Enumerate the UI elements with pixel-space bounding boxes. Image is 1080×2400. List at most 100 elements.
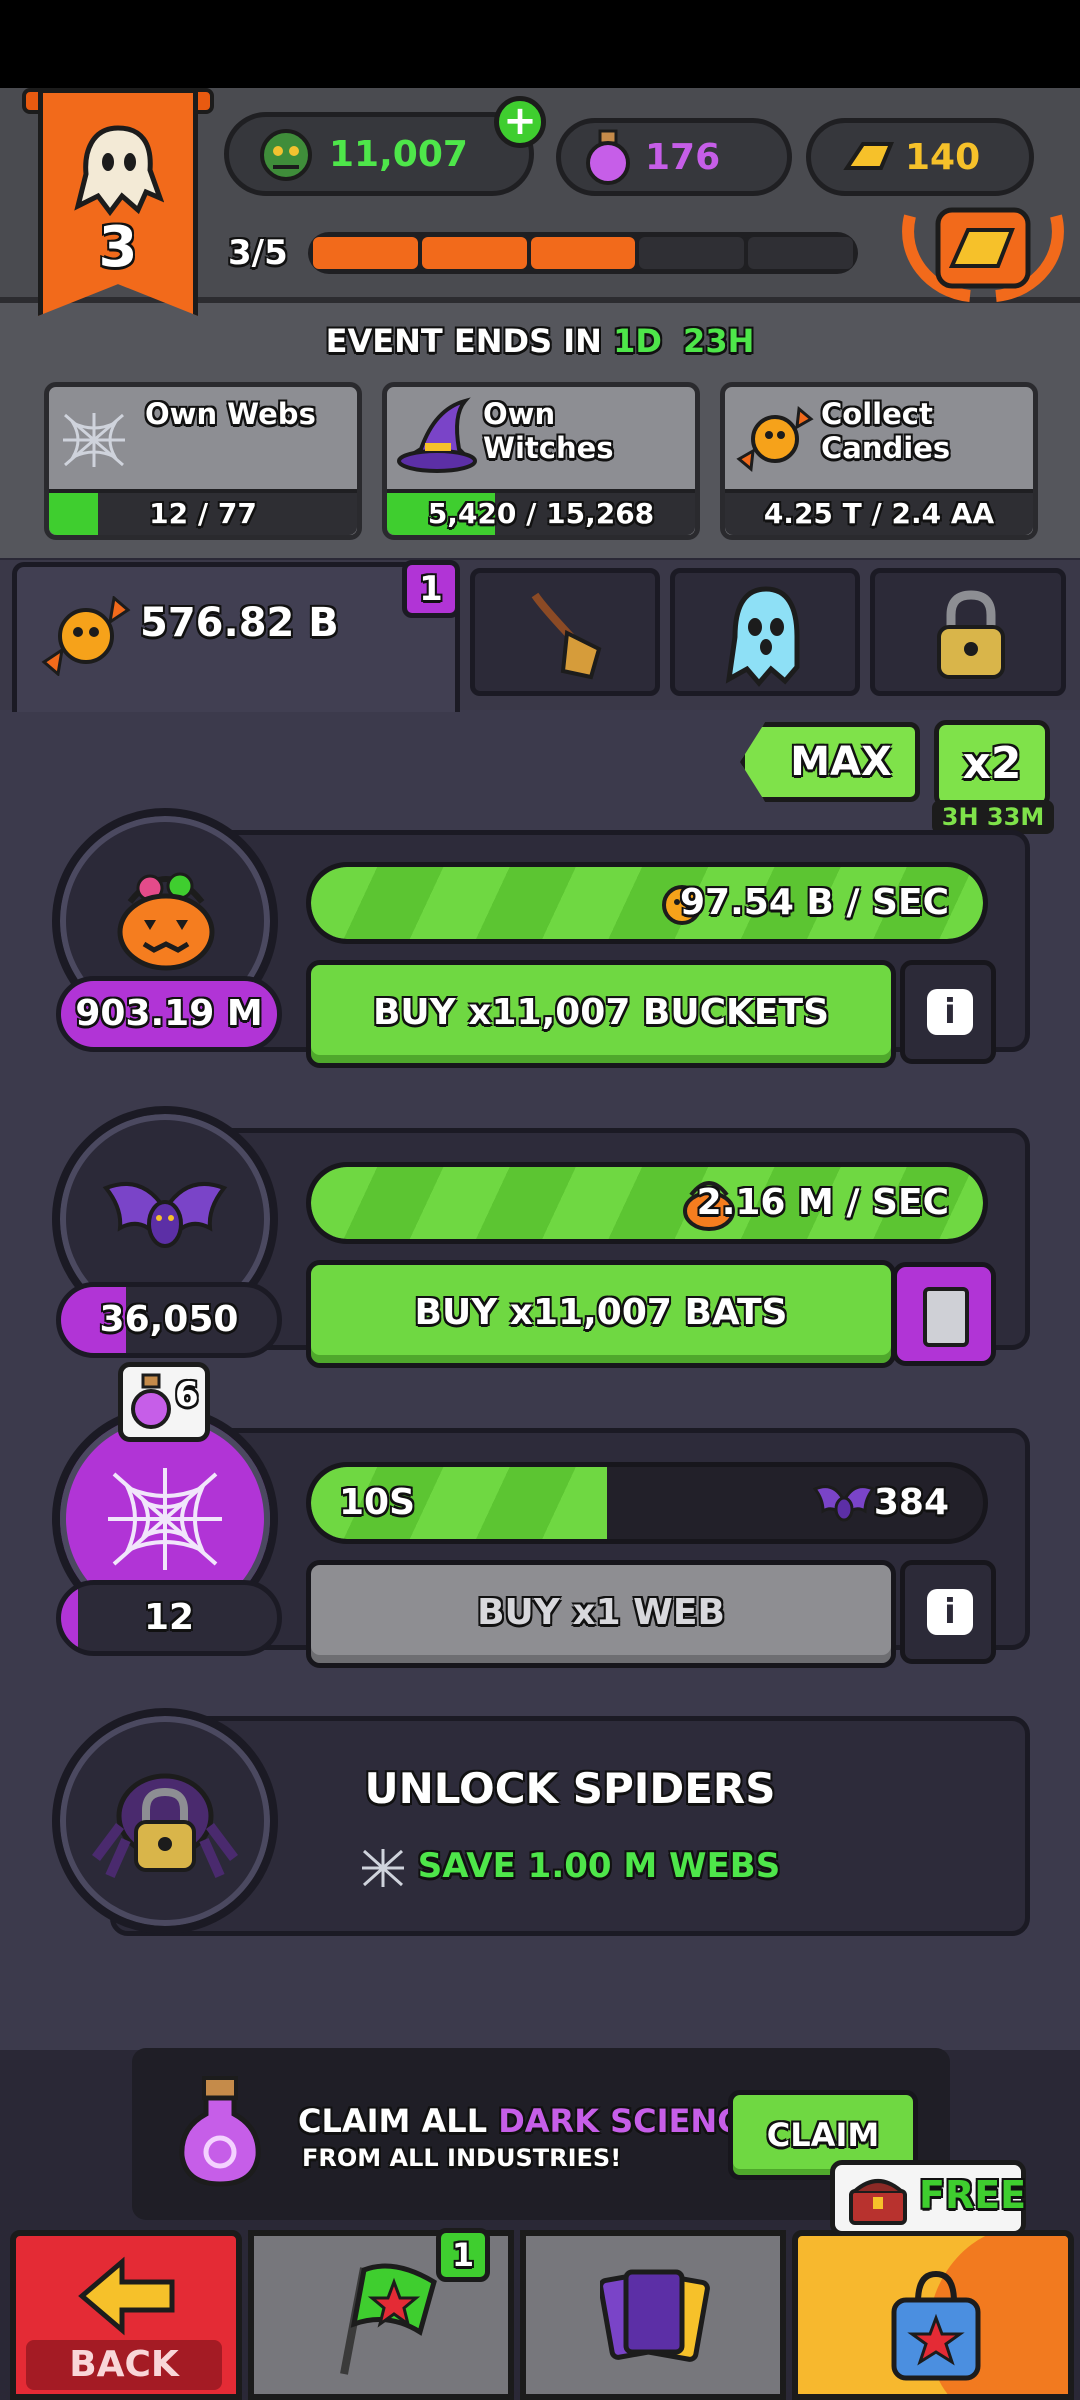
rate-text: 2.16 M / SEC: [696, 1182, 949, 1223]
free-label: FREE: [919, 2173, 1027, 2217]
tab-ghost[interactable]: [670, 568, 860, 696]
progress-segment: [639, 237, 745, 269]
timer-text: 10S: [339, 1482, 416, 1523]
count-text: 36,050: [99, 1299, 239, 1340]
gold-pill[interactable]: 140: [806, 118, 1034, 196]
event-task-own-webs[interactable]: Own Webs 12 / 77: [44, 382, 362, 540]
industry-count: 12: [56, 1580, 282, 1656]
count-text: 903.19 M: [75, 993, 263, 1034]
witch-hat-icon: [397, 397, 477, 473]
progress-segment: [748, 237, 853, 269]
production-rate-bar: 2.16 M / SEC: [306, 1162, 988, 1244]
task-value: 4.25 T / 2.4 AA: [763, 497, 995, 530]
industry-count: 903.19 M: [56, 976, 282, 1052]
candy-amount: 576.82 B: [140, 600, 339, 646]
orc-currency-pill[interactable]: 11,007: [224, 112, 534, 196]
task-title: Own Webs: [145, 397, 316, 431]
candy-icon: [41, 596, 131, 676]
buy-max-button[interactable]: MAX: [740, 722, 920, 802]
task-progress-bar: 12 / 77: [49, 489, 357, 535]
unlock-title: UNLOCK SPIDERS: [364, 1764, 776, 1813]
task-title-line1: Collect: [821, 397, 933, 431]
info-button[interactable]: i: [900, 1560, 996, 1664]
card-icon: [923, 1287, 969, 1347]
ghost-icon: [74, 125, 164, 217]
info-icon: i: [927, 989, 973, 1035]
potion-icon: [586, 129, 630, 185]
leaderboard-trophy-icon[interactable]: [900, 196, 1066, 306]
potion-icon: [179, 2076, 261, 2187]
boost-x2-button[interactable]: x2: [934, 720, 1050, 808]
locked-spider-icon: [92, 1773, 238, 1879]
web-icon: [63, 413, 125, 467]
event-timer: EVENT ENDS IN 1D 23H: [0, 322, 1080, 360]
yield-text: 384: [873, 1482, 949, 1523]
nav-cards[interactable]: [520, 2230, 786, 2400]
buy-bats-button[interactable]: BUY x11,007 BATS: [306, 1260, 896, 1368]
tab-locked[interactable]: [870, 568, 1066, 696]
level-number: 3: [98, 215, 138, 280]
missions-badge: 1: [436, 2228, 490, 2282]
buy-web-button[interactable]: BUY x1 WEB: [306, 1560, 896, 1668]
cards-icon: [600, 2269, 710, 2362]
production-rate-bar: 97.54 B / SEC: [306, 862, 988, 944]
back-label: BACK: [26, 2340, 222, 2390]
back-arrow-icon: [78, 2256, 175, 2336]
unlock-requirement: SAVE 1.00 M WEBS: [330, 1846, 810, 1889]
claim-title-b: DARK SCIENCE: [498, 2102, 763, 2140]
event-task-collect-candies[interactable]: Collect Candies 4.25 T / 2.4 AA: [720, 382, 1038, 540]
count-text: 12: [143, 1597, 195, 1638]
padlock-icon: [937, 590, 1005, 679]
progress-segment: [421, 237, 527, 269]
level-progress-bar: [308, 232, 858, 274]
claim-title-a: CLAIM ALL: [298, 2102, 488, 2140]
level-progress-text: 3/5: [228, 233, 288, 273]
claim-subtitle: FROM ALL INDUSTRIES!: [302, 2144, 622, 2172]
orc-count: 11,007: [329, 133, 468, 175]
gold-bar-icon: [843, 142, 894, 170]
task-title: Own Witches: [483, 397, 614, 465]
free-offer-badge[interactable]: FREE: [830, 2160, 1026, 2236]
event-days: 1D: [613, 322, 662, 360]
task-title-line2: Candies: [821, 431, 951, 465]
nav-shop[interactable]: [792, 2230, 1074, 2400]
task-progress-bar: 5,420 / 15,268: [387, 489, 695, 535]
progress-segment: [530, 237, 636, 269]
gold-count: 140: [905, 136, 981, 178]
event-hours: 23H: [683, 322, 755, 360]
tab-broom[interactable]: [470, 568, 660, 696]
gift-chest-icon: [849, 2179, 907, 2225]
rate-text: 97.54 B / SEC: [680, 882, 949, 923]
task-progress-bar: 4.25 T / 2.4 AA: [725, 489, 1033, 535]
dark-science-pill[interactable]: 176: [556, 118, 792, 196]
dark-science-count: 176: [645, 136, 721, 178]
cost-badge: 6: [118, 1362, 210, 1442]
broom-icon: [531, 592, 602, 680]
ghost-icon: [725, 586, 800, 687]
info-button[interactable]: i: [900, 960, 996, 1064]
candy-icon: [736, 406, 814, 472]
industry-count: 36,050: [56, 1282, 282, 1358]
cost-value: 6: [175, 1375, 199, 1415]
claim-title: CLAIM ALL DARK SCIENCE: [298, 2102, 763, 2140]
info-icon: i: [927, 1589, 973, 1635]
event-task-own-witches[interactable]: Own Witches 5,420 / 15,268: [382, 382, 700, 540]
progress-segment: [313, 237, 418, 269]
web-icon: [108, 1468, 222, 1570]
add-currency-button[interactable]: +: [494, 96, 546, 148]
bat-icon: [102, 1182, 228, 1248]
status-bar: [0, 0, 1080, 88]
event-label: EVENT ENDS IN: [325, 322, 602, 360]
shopping-bag-icon: [891, 2270, 981, 2381]
flag-icon: [340, 2263, 437, 2375]
unlock-save-text: SAVE 1.00 M WEBS: [417, 1846, 781, 1886]
web-icon: [361, 1848, 404, 1887]
locked-industry-circle: [52, 1708, 278, 1934]
task-value: 12 / 77: [149, 497, 257, 530]
task-value: 5,420 / 15,268: [427, 497, 655, 530]
bat-icon: [813, 1485, 875, 1522]
buy-buckets-button[interactable]: BUY x11,007 BUCKETS: [306, 960, 896, 1068]
boost-timer: 3H 33M: [932, 800, 1054, 834]
manager-card-button[interactable]: [892, 1262, 996, 1366]
pumpkin-bucket-icon: [117, 872, 215, 971]
